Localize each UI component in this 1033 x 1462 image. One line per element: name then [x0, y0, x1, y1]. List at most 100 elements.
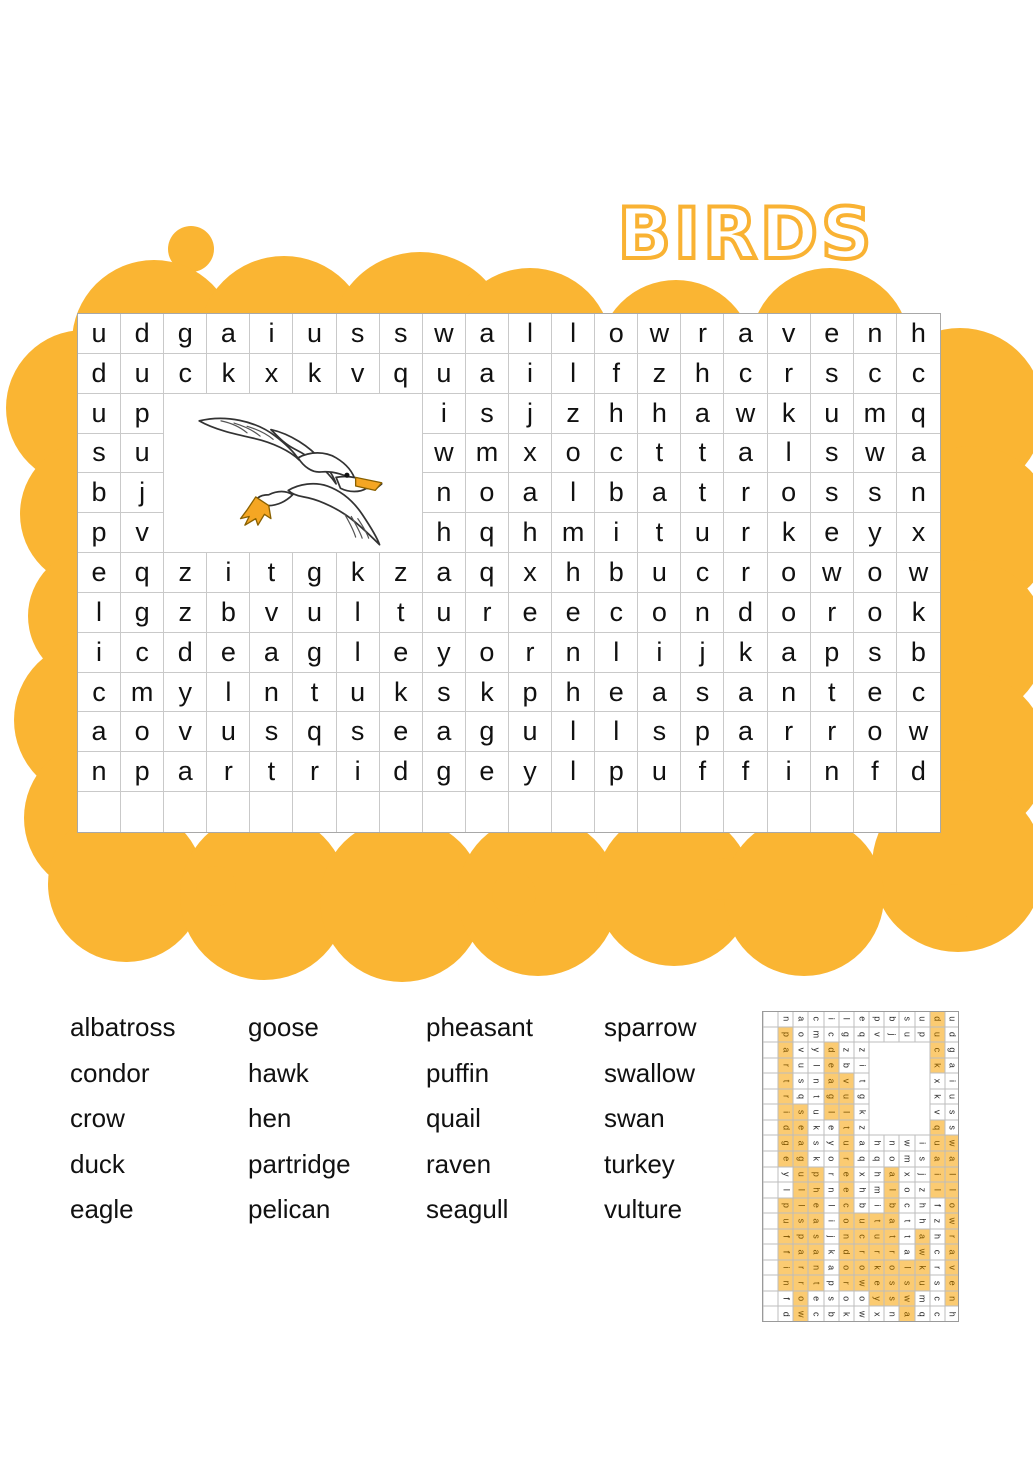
- grid-cell[interactable]: e: [379, 632, 423, 673]
- word-list-item[interactable]: goose: [248, 1005, 426, 1051]
- grid-cell[interactable]: o: [552, 433, 596, 474]
- grid-cell[interactable]: e: [379, 712, 423, 753]
- grid-cell[interactable]: [896, 792, 940, 832]
- word-list-item[interactable]: crow: [70, 1096, 248, 1142]
- grid-cell[interactable]: f: [724, 752, 768, 793]
- grid-cell[interactable]: l: [508, 314, 553, 354]
- grid-cell[interactable]: [767, 792, 811, 832]
- grid-cell[interactable]: r: [767, 353, 811, 394]
- grid-cell[interactable]: k: [293, 353, 337, 394]
- word-list-item[interactable]: hawk: [248, 1051, 426, 1097]
- grid-cell[interactable]: k: [465, 672, 509, 713]
- grid-cell[interactable]: v: [767, 314, 811, 354]
- grid-cell[interactable]: [681, 792, 725, 832]
- grid-cell[interactable]: r: [293, 752, 337, 793]
- grid-cell[interactable]: c: [164, 353, 208, 394]
- grid-cell[interactable]: i: [250, 314, 294, 354]
- word-list-item[interactable]: raven: [426, 1142, 604, 1188]
- grid-cell[interactable]: q: [896, 393, 940, 434]
- grid-cell[interactable]: d: [896, 752, 940, 793]
- grid-cell[interactable]: a: [465, 353, 509, 394]
- grid-cell[interactable]: u: [422, 353, 466, 394]
- grid-cell[interactable]: n: [853, 314, 897, 354]
- grid-cell[interactable]: c: [896, 353, 940, 394]
- grid-cell[interactable]: y: [508, 752, 553, 793]
- grid-cell[interactable]: v: [336, 353, 380, 394]
- grid-cell[interactable]: n: [767, 672, 811, 713]
- grid-cell[interactable]: h: [552, 672, 596, 713]
- grid-cell[interactable]: n: [552, 632, 596, 673]
- word-list-item[interactable]: quail: [426, 1096, 604, 1142]
- grid-cell[interactable]: g: [164, 314, 208, 354]
- grid-cell[interactable]: t: [681, 473, 725, 514]
- grid-cell[interactable]: w: [422, 314, 466, 354]
- word-list-item[interactable]: condor: [70, 1051, 248, 1097]
- grid-cell[interactable]: a: [422, 553, 466, 593]
- grid-cell[interactable]: r: [810, 712, 854, 753]
- grid-cell[interactable]: k: [896, 592, 940, 633]
- grid-cell[interactable]: n: [250, 672, 294, 713]
- grid-cell[interactable]: l: [552, 473, 596, 514]
- grid-cell[interactable]: a: [896, 433, 940, 474]
- grid-cell[interactable]: a: [638, 473, 682, 514]
- grid-cell[interactable]: r: [724, 473, 768, 514]
- grid-cell[interactable]: o: [465, 632, 509, 673]
- grid-cell[interactable]: [853, 792, 897, 832]
- grid-cell[interactable]: c: [896, 672, 940, 713]
- grid-cell[interactable]: c: [853, 353, 897, 394]
- grid-cell[interactable]: e: [78, 553, 122, 593]
- grid-cell[interactable]: g: [293, 632, 337, 673]
- grid-cell[interactable]: b: [207, 592, 251, 633]
- grid-cell[interactable]: a: [767, 632, 811, 673]
- grid-cell[interactable]: e: [810, 314, 854, 354]
- grid-cell[interactable]: s: [638, 712, 682, 753]
- grid-cell[interactable]: b: [595, 473, 639, 514]
- grid-cell[interactable]: k: [207, 353, 251, 394]
- grid-cell[interactable]: h: [638, 393, 682, 434]
- grid-cell[interactable]: u: [121, 353, 165, 394]
- grid-cell[interactable]: m: [465, 433, 509, 474]
- grid-cell[interactable]: q: [121, 553, 165, 593]
- grid-cell[interactable]: w: [896, 553, 940, 593]
- grid-cell[interactable]: [336, 792, 380, 832]
- grid-cell[interactable]: x: [896, 513, 940, 554]
- grid-cell[interactable]: [638, 792, 682, 832]
- grid-cell[interactable]: a: [724, 433, 768, 474]
- grid-cell[interactable]: s: [336, 712, 380, 753]
- grid-cell[interactable]: [164, 792, 208, 832]
- grid-cell[interactable]: o: [638, 592, 682, 633]
- grid-cell[interactable]: y: [422, 632, 466, 673]
- grid-cell[interactable]: n: [810, 752, 854, 793]
- grid-cell[interactable]: a: [724, 314, 768, 354]
- grid-cell[interactable]: w: [422, 433, 466, 474]
- grid-cell[interactable]: j: [508, 393, 553, 434]
- grid-cell[interactable]: s: [379, 314, 423, 354]
- grid-cell[interactable]: c: [595, 433, 639, 474]
- grid-cell[interactable]: o: [767, 553, 811, 593]
- grid-cell[interactable]: i: [638, 632, 682, 673]
- grid-cell[interactable]: h: [422, 513, 466, 554]
- grid-cell[interactable]: b: [78, 473, 122, 514]
- grid-cell[interactable]: e: [508, 592, 553, 633]
- grid-cell[interactable]: j: [121, 473, 165, 514]
- grid-cell[interactable]: [78, 792, 122, 832]
- grid-cell[interactable]: m: [853, 393, 897, 434]
- grid-cell[interactable]: o: [853, 553, 897, 593]
- grid-cell[interactable]: s: [336, 314, 380, 354]
- grid-cell[interactable]: z: [552, 393, 596, 434]
- word-list-item[interactable]: turkey: [604, 1142, 730, 1188]
- grid-cell[interactable]: l: [767, 433, 811, 474]
- grid-cell[interactable]: c: [681, 553, 725, 593]
- grid-cell[interactable]: w: [853, 433, 897, 474]
- grid-cell[interactable]: s: [422, 672, 466, 713]
- grid-cell[interactable]: b: [595, 553, 639, 593]
- grid-cell[interactable]: a: [508, 473, 553, 514]
- grid-cell[interactable]: u: [638, 752, 682, 793]
- word-list-item[interactable]: puffin: [426, 1051, 604, 1097]
- grid-cell[interactable]: o: [121, 712, 165, 753]
- grid-cell[interactable]: u: [293, 592, 337, 633]
- grid-cell[interactable]: w: [810, 553, 854, 593]
- word-list-item[interactable]: swan: [604, 1096, 730, 1142]
- word-list-item[interactable]: sparrow: [604, 1005, 730, 1051]
- grid-cell[interactable]: p: [508, 672, 553, 713]
